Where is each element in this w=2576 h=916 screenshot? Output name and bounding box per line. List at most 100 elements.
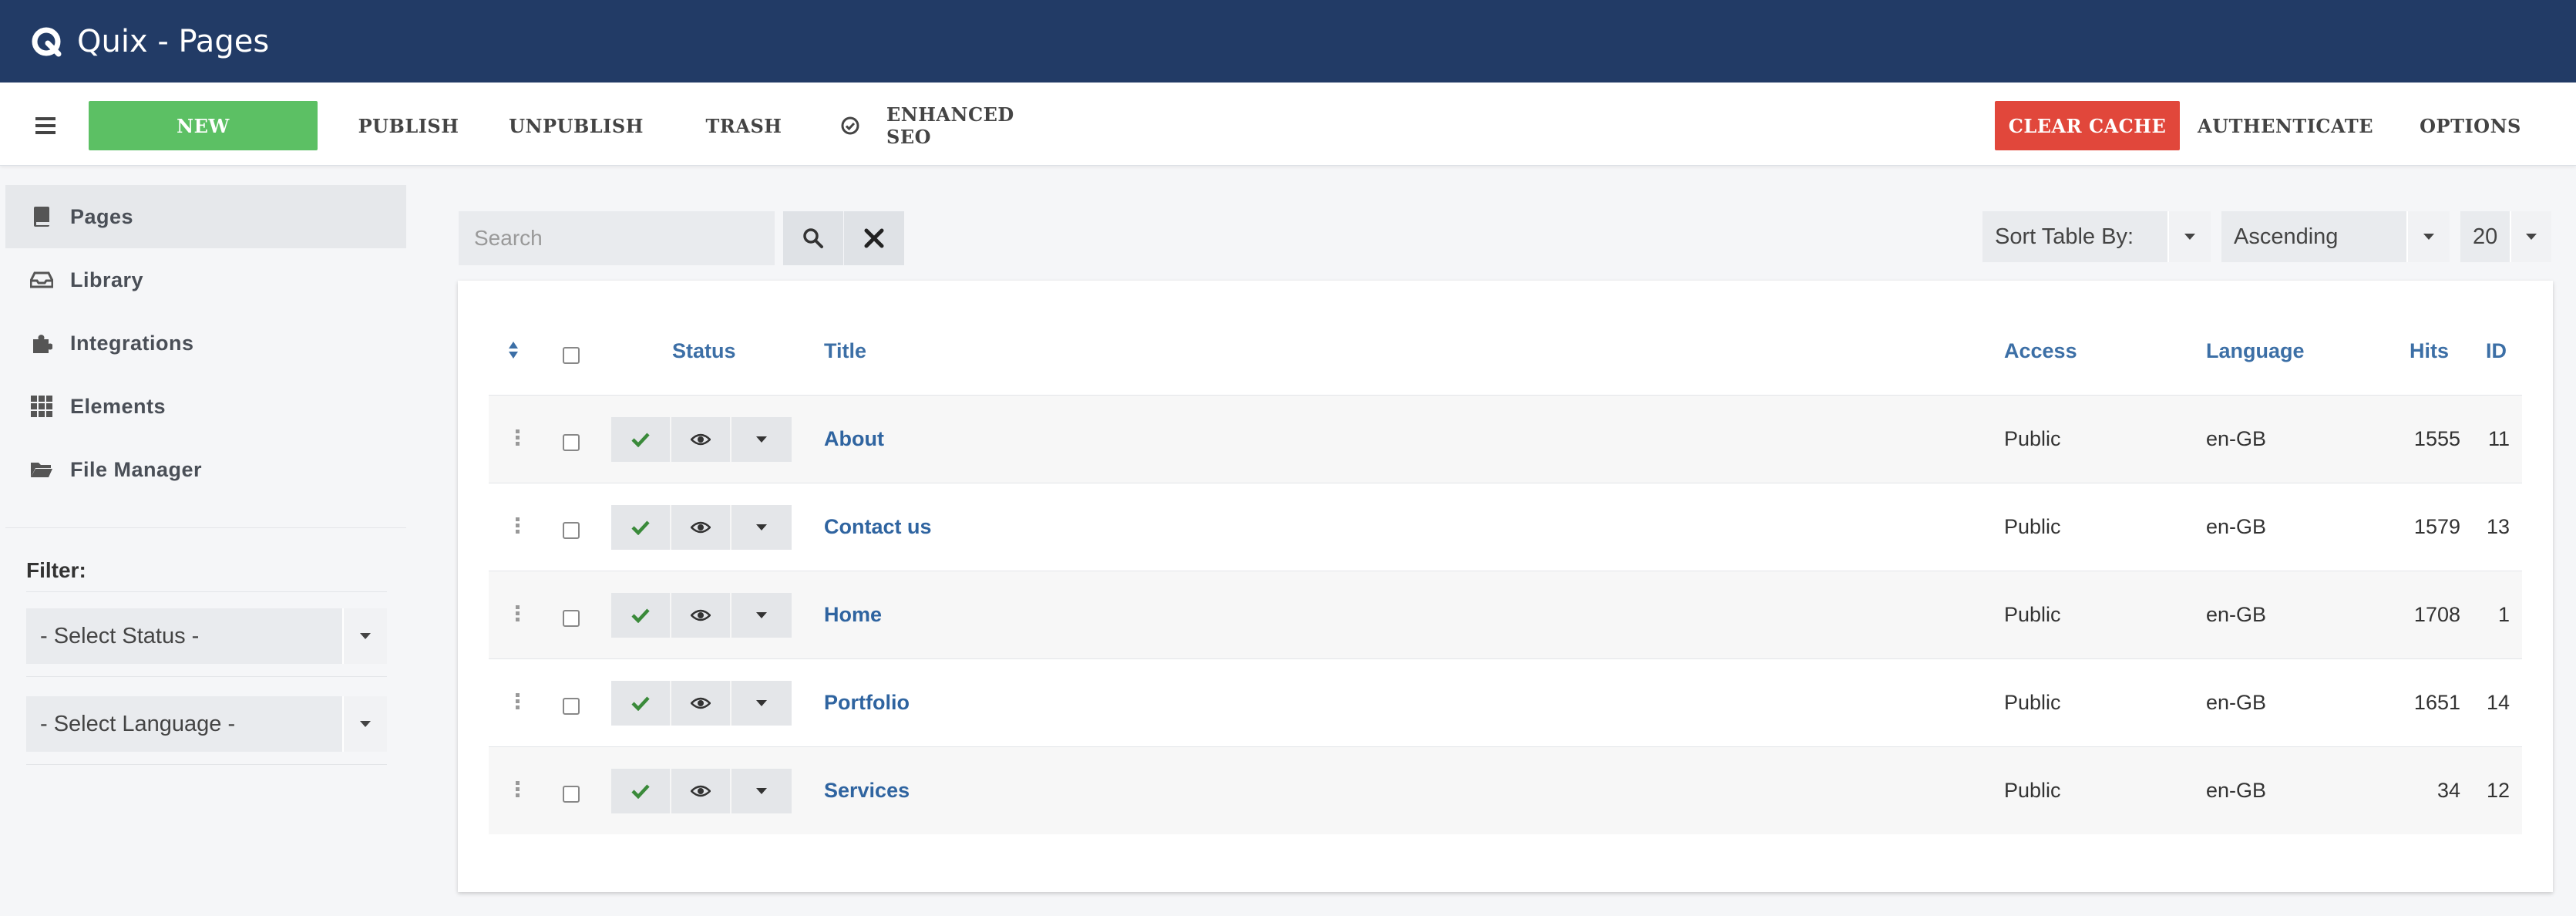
sidebar-item-library[interactable]: Library bbox=[5, 248, 406, 312]
checkmark-icon bbox=[631, 608, 650, 623]
sidebar-divider bbox=[5, 527, 406, 528]
row-title-link[interactable]: About bbox=[824, 427, 884, 451]
preview-button[interactable] bbox=[671, 505, 731, 550]
column-header-status[interactable]: Status bbox=[672, 339, 736, 363]
column-header-hits[interactable]: Hits bbox=[2410, 339, 2449, 363]
row-access: Public bbox=[2004, 427, 2061, 450]
preview-button[interactable] bbox=[671, 769, 731, 813]
language-select[interactable]: - Select Language - bbox=[26, 696, 387, 752]
row-menu-button[interactable] bbox=[731, 505, 792, 550]
row-title-link[interactable]: Contact us bbox=[824, 515, 932, 539]
row-title-link[interactable]: Services bbox=[824, 779, 910, 803]
caret-down-icon bbox=[2510, 211, 2551, 262]
row-access: Public bbox=[2004, 515, 2061, 538]
options-button[interactable]: OPTIONS bbox=[2413, 101, 2528, 150]
drag-handle-icon[interactable] bbox=[514, 516, 522, 536]
quix-logo-icon bbox=[32, 27, 62, 56]
row-actions bbox=[611, 593, 792, 638]
row-title-link[interactable]: Home bbox=[824, 603, 882, 627]
published-toggle-button[interactable] bbox=[611, 593, 671, 638]
preview-button[interactable] bbox=[671, 681, 731, 726]
enhanced-seo-label: ENHANCED SEO bbox=[886, 103, 1014, 148]
inbox-icon bbox=[29, 267, 55, 293]
sidebar-item-elements[interactable]: Elements bbox=[5, 375, 406, 438]
sidebar-item-label: Integrations bbox=[70, 331, 194, 355]
row-id: 11 bbox=[2487, 427, 2510, 450]
search-button[interactable] bbox=[783, 211, 843, 265]
clear-cache-button[interactable]: CLEAR CACHE bbox=[1995, 101, 2180, 150]
caret-down-icon bbox=[756, 612, 767, 618]
drag-handle-icon[interactable] bbox=[514, 780, 522, 800]
table-row: About Public en-GB 1555 11 bbox=[489, 395, 2522, 483]
app-title: Quix - Pages bbox=[77, 23, 270, 59]
row-actions bbox=[611, 417, 792, 462]
sort-order-select[interactable]: Ascending bbox=[2221, 211, 2450, 262]
trash-button[interactable]: TRASH bbox=[694, 101, 794, 150]
status-select[interactable]: - Select Status - bbox=[26, 608, 387, 664]
column-header-title[interactable]: Title bbox=[824, 339, 866, 363]
row-checkbox[interactable] bbox=[563, 434, 580, 451]
table-row: Home Public en-GB 1708 1 bbox=[489, 571, 2522, 658]
column-header-language[interactable]: Language bbox=[2206, 339, 2305, 363]
puzzle-icon bbox=[29, 330, 55, 356]
sidebar-item-label: File Manager bbox=[70, 457, 203, 481]
row-language: en-GB bbox=[2206, 427, 2267, 450]
new-button[interactable]: NEW bbox=[89, 101, 318, 150]
filter-divider bbox=[26, 591, 387, 592]
row-checkbox[interactable] bbox=[563, 522, 580, 539]
menu-toggle-button[interactable] bbox=[28, 101, 63, 150]
published-toggle-button[interactable] bbox=[611, 769, 671, 813]
sidebar-item-file-manager[interactable]: File Manager bbox=[5, 438, 406, 501]
row-language: en-GB bbox=[2206, 603, 2267, 626]
unpublish-button[interactable]: UNPUBLISH bbox=[509, 101, 644, 150]
enhanced-seo-button[interactable]: ENHANCED SEO bbox=[840, 101, 1048, 150]
folder-icon bbox=[29, 456, 55, 483]
checkmark-icon bbox=[631, 784, 650, 799]
preview-button[interactable] bbox=[671, 593, 731, 638]
preview-button[interactable] bbox=[671, 417, 731, 462]
book-icon bbox=[29, 204, 55, 230]
page-limit-select[interactable]: 20 bbox=[2460, 211, 2551, 262]
sidebar-item-integrations[interactable]: Integrations bbox=[5, 312, 406, 375]
table-row: Services Public en-GB 34 12 bbox=[489, 746, 2522, 834]
caret-down-icon bbox=[756, 436, 767, 443]
column-header-access[interactable]: Access bbox=[2004, 339, 2077, 363]
row-menu-button[interactable] bbox=[731, 681, 792, 726]
search-input[interactable] bbox=[459, 211, 775, 265]
row-access: Public bbox=[2004, 691, 2061, 714]
authenticate-button[interactable]: AUTHENTICATE bbox=[2198, 101, 2373, 150]
clear-search-button[interactable] bbox=[844, 211, 904, 265]
column-header-id[interactable]: ID bbox=[2486, 339, 2507, 363]
sort-arrows-icon[interactable] bbox=[508, 341, 519, 359]
sort-field-select[interactable]: Sort Table By: bbox=[1982, 211, 2211, 262]
published-toggle-button[interactable] bbox=[611, 681, 671, 726]
caret-down-icon bbox=[342, 696, 387, 752]
checkmark-icon bbox=[631, 696, 650, 711]
drag-handle-icon[interactable] bbox=[514, 428, 522, 448]
row-title-link[interactable]: Portfolio bbox=[824, 691, 910, 715]
publish-button[interactable]: PUBLISH bbox=[347, 101, 470, 150]
drag-handle-icon[interactable] bbox=[514, 692, 522, 712]
eye-icon bbox=[691, 697, 711, 709]
caret-down-icon bbox=[756, 700, 767, 706]
row-checkbox[interactable] bbox=[563, 698, 580, 715]
row-menu-button[interactable] bbox=[731, 769, 792, 813]
status-select-value: - Select Status - bbox=[40, 623, 200, 648]
row-menu-button[interactable] bbox=[731, 593, 792, 638]
hamburger-icon bbox=[35, 117, 55, 134]
drag-handle-icon[interactable] bbox=[514, 604, 522, 624]
select-all-checkbox[interactable] bbox=[563, 347, 580, 364]
row-menu-button[interactable] bbox=[731, 417, 792, 462]
row-hits: 1555 bbox=[2413, 427, 2460, 450]
sidebar-item-pages[interactable]: Pages bbox=[5, 185, 406, 248]
row-checkbox[interactable] bbox=[563, 786, 580, 803]
eye-icon bbox=[691, 521, 711, 534]
eye-icon bbox=[691, 433, 711, 446]
row-id: 12 bbox=[2486, 779, 2510, 802]
published-toggle-button[interactable] bbox=[611, 505, 671, 550]
check-circle-icon bbox=[840, 116, 860, 136]
row-language: en-GB bbox=[2206, 691, 2267, 714]
published-toggle-button[interactable] bbox=[611, 417, 671, 462]
checkmark-icon bbox=[631, 433, 650, 447]
row-checkbox[interactable] bbox=[563, 610, 580, 627]
